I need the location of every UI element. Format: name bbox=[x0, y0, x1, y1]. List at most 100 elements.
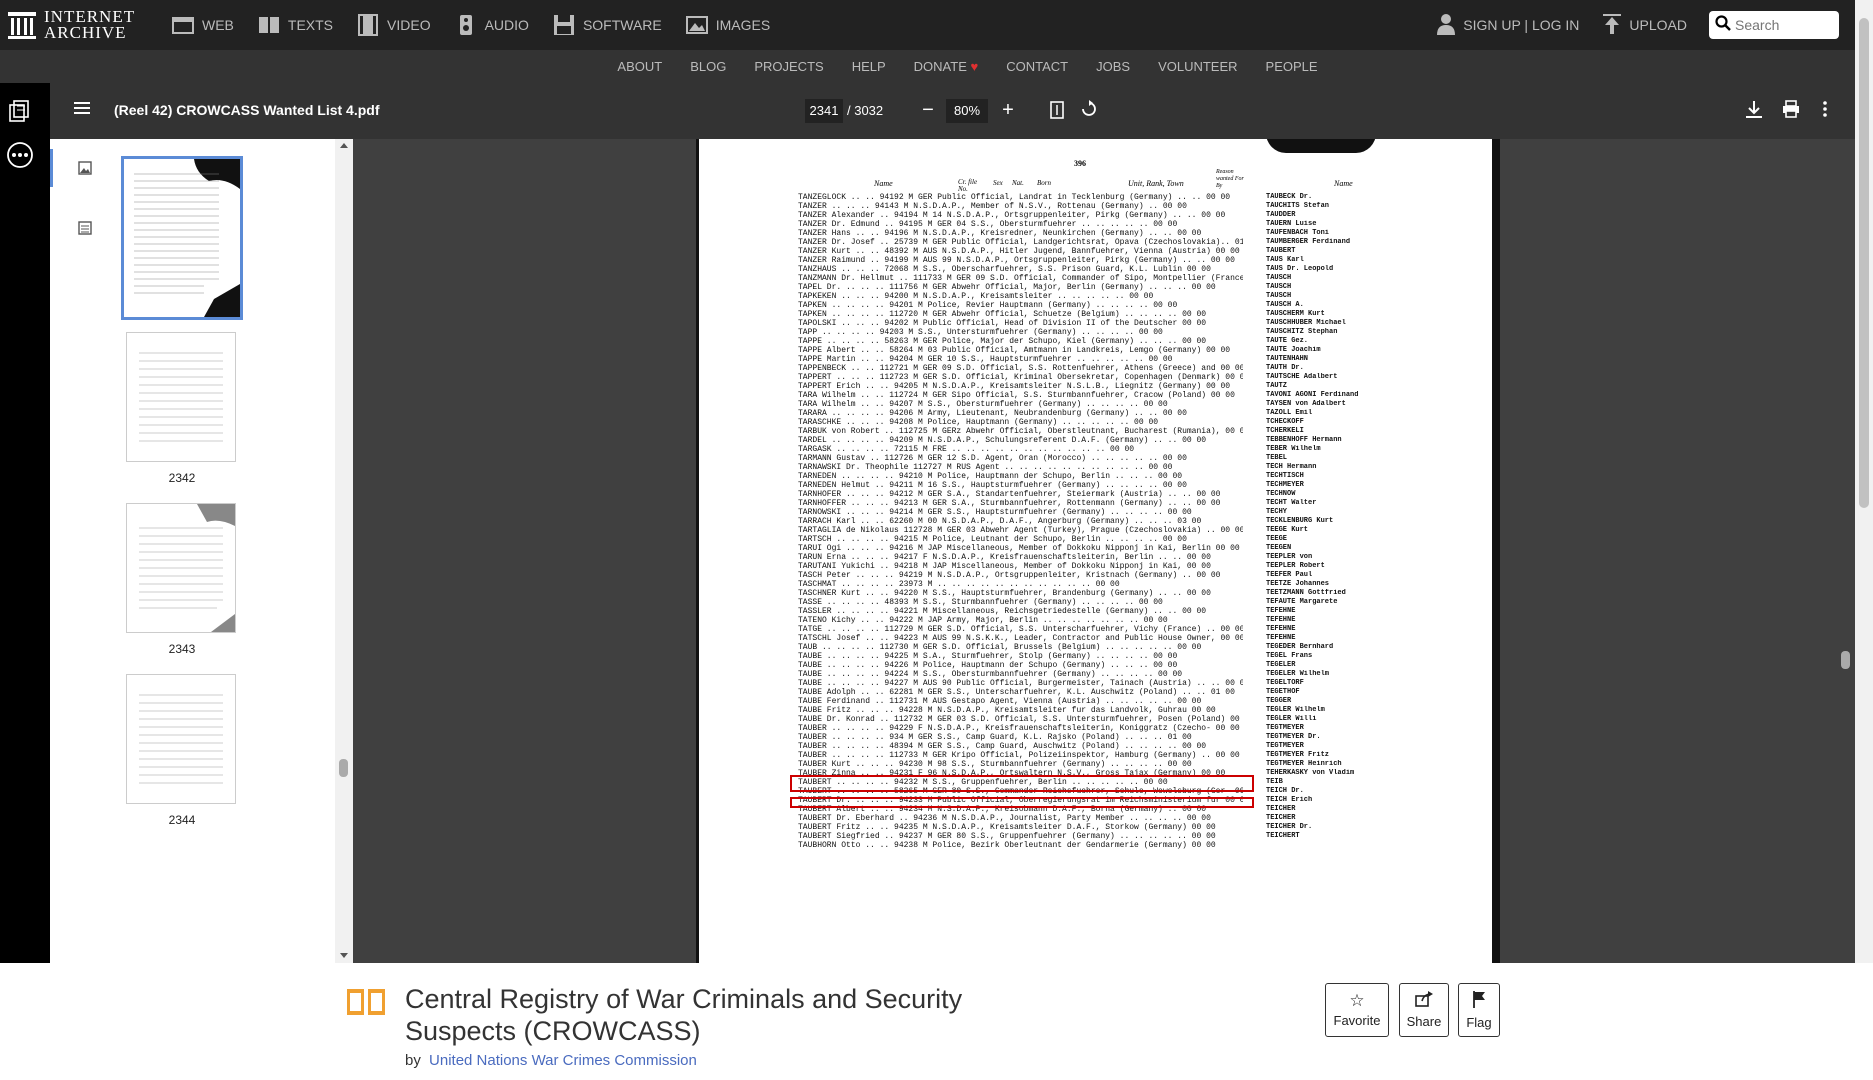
right-name-entry: TEEPLER von bbox=[1266, 553, 1313, 561]
record-row: TAPPE Martin .. .. 94204 M GER 10 S.S., … bbox=[798, 355, 1173, 364]
record-row: TANZER Dr. Edmund .. 94195 M GER 04 S.S.… bbox=[798, 220, 1178, 229]
record-row: TARTSCH .. .. .. .. 94215 M Police, Leut… bbox=[798, 535, 1187, 544]
text-view-button[interactable] bbox=[78, 221, 92, 240]
print-button[interactable] bbox=[1782, 100, 1800, 123]
document-title: (Reel 42) CROWCASS Wanted List 4.pdf bbox=[114, 102, 380, 118]
column-header-unit: Unit, Rank, Town bbox=[1128, 179, 1184, 188]
column-header-reason: Reason wanted For By bbox=[1216, 169, 1244, 189]
right-name-entry: TEGLER Willi bbox=[1266, 715, 1317, 723]
page-scrollbar-thumb[interactable] bbox=[1859, 18, 1869, 508]
rotate-button[interactable] bbox=[1080, 100, 1098, 123]
page-scrollbar[interactable] bbox=[1855, 0, 1873, 1080]
nav-video[interactable]: VIDEO bbox=[357, 14, 431, 36]
nav-software[interactable]: SOFTWARE bbox=[553, 14, 662, 36]
right-name-entry: TEICHERT bbox=[1266, 832, 1300, 840]
top-navigation: INTERNET ARCHIVE WEB TEXTS VIDEO AUDIO S… bbox=[0, 0, 1873, 50]
record-row: TANZER Hans .. .. 94196 M N.S.D.A.P., Kr… bbox=[798, 229, 1202, 238]
right-name-entry: TEETZE Johannes bbox=[1266, 580, 1330, 588]
thumbnail-scrollbar-thumb[interactable] bbox=[339, 759, 348, 777]
record-row: TAPKEN .. .. .. .. 112720 M GER Abwehr O… bbox=[798, 310, 1207, 319]
signup-login-link[interactable]: SIGN UP | LOG IN bbox=[1437, 13, 1579, 38]
right-name-entry: TEFEHNE bbox=[1266, 616, 1296, 624]
zoom-out-button[interactable]: − bbox=[918, 97, 938, 123]
secondary-navigation: ABOUT BLOG PROJECTS HELP DONATE ♥ CONTAC… bbox=[0, 50, 1855, 83]
right-name-entry: TEICH Dr. bbox=[1266, 787, 1304, 795]
nav-web[interactable]: WEB bbox=[172, 14, 234, 36]
right-name-entry: TEICHER bbox=[1266, 805, 1296, 813]
viewer-scrollbar[interactable] bbox=[1837, 139, 1855, 963]
right-name-entry: TAUERN Luise bbox=[1266, 220, 1317, 228]
record-row: TAUBE .. .. .. .. 94224 M S.S., Oberstur… bbox=[798, 670, 1183, 679]
subnav-people[interactable]: PEOPLE bbox=[1266, 59, 1318, 74]
record-row: TARBUK von Robert .. 112725 M GERz Abweh… bbox=[798, 427, 1243, 436]
thumbnail-scrollbar[interactable] bbox=[335, 139, 353, 963]
right-name-entry: TCHERKELI bbox=[1266, 427, 1304, 435]
logo-line2: ARCHIVE bbox=[44, 23, 127, 42]
right-name-entry: TECHT Walter bbox=[1266, 499, 1317, 507]
record-row: TAPPENBECK .. .. 112721 M GER 09 S.D. Of… bbox=[798, 364, 1243, 373]
page-input[interactable]: 2341 bbox=[805, 99, 843, 123]
library-button[interactable] bbox=[8, 99, 32, 128]
right-name-entry: TEETZMANN Gottfried bbox=[1266, 589, 1346, 597]
zoom-in-button[interactable]: + bbox=[998, 97, 1018, 123]
nav-images-label: IMAGES bbox=[715, 17, 771, 33]
thumbnail-page[interactable] bbox=[126, 332, 236, 462]
library-icon bbox=[8, 100, 32, 127]
subnav-jobs[interactable]: JOBS bbox=[1096, 59, 1130, 74]
print-icon bbox=[1782, 100, 1800, 122]
image-icon bbox=[685, 14, 708, 36]
favorite-button[interactable]: ☆ Favorite bbox=[1325, 983, 1389, 1037]
record-row: TARUN Erna .. .. .. 94217 F N.S.D.A.P., … bbox=[798, 553, 1211, 562]
nav-texts[interactable]: TEXTS bbox=[258, 14, 333, 36]
more-tools-button[interactable] bbox=[6, 141, 34, 174]
download-icon bbox=[1745, 101, 1763, 122]
thumbnail-page[interactable] bbox=[121, 156, 243, 320]
record-row: TATGE .. .. .. .. 112729 M GER S.D. Offi… bbox=[798, 625, 1243, 634]
menu-toggle[interactable] bbox=[74, 101, 90, 120]
flag-button[interactable]: Flag bbox=[1458, 983, 1500, 1037]
share-button[interactable]: Share bbox=[1399, 983, 1449, 1037]
search-input[interactable] bbox=[1735, 17, 1835, 33]
subnav-help[interactable]: HELP bbox=[852, 59, 886, 74]
search-icon bbox=[1715, 14, 1731, 36]
zoom-level[interactable]: 80% bbox=[946, 99, 988, 123]
right-name-entry: TAUTE Joachim bbox=[1266, 346, 1321, 354]
record-row: TAUBER .. .. .. .. 94229 F N.S.D.A.P., K… bbox=[798, 724, 1240, 733]
fit-page-button[interactable] bbox=[1050, 101, 1064, 124]
subnav-volunteer[interactable]: VOLUNTEER bbox=[1158, 59, 1237, 74]
record-row: TAPP .. .. .. .. 94203 M S.S., Unterstur… bbox=[798, 328, 1163, 337]
record-row: TAUBHORN Otto .. .. 94238 M Police, Bezi… bbox=[798, 841, 1216, 850]
upload-button[interactable]: UPLOAD bbox=[1603, 13, 1687, 37]
author-link[interactable]: United Nations War Crimes Commission bbox=[429, 1052, 697, 1069]
more-options-button[interactable] bbox=[1822, 100, 1828, 123]
thumbnail-page[interactable] bbox=[126, 503, 236, 633]
thumbnail-page[interactable] bbox=[126, 674, 236, 804]
record-row: TANZHAUS .. .. .. 72068 M S.S., Oberscha… bbox=[798, 265, 1211, 274]
right-name-entry: TEGELER Wilhelm bbox=[1266, 670, 1330, 678]
nav-audio[interactable]: AUDIO bbox=[455, 14, 529, 36]
right-name-entry: TEGGER bbox=[1266, 697, 1292, 705]
download-button[interactable] bbox=[1745, 100, 1763, 123]
search-box[interactable] bbox=[1709, 11, 1839, 39]
record-row: TAUBE .. .. .. .. 94225 M S.A., Sturmfue… bbox=[798, 652, 1178, 661]
scroll-down-arrow[interactable] bbox=[340, 953, 348, 958]
nav-images[interactable]: IMAGES bbox=[685, 14, 771, 36]
right-name-entry: TAUCHITS Stefan bbox=[1266, 202, 1330, 210]
internet-archive-logo[interactable]: INTERNET ARCHIVE bbox=[8, 8, 158, 42]
subnav-contact[interactable]: CONTACT bbox=[1006, 59, 1068, 74]
right-name-entry: TAUMBERGER Ferdinand bbox=[1266, 238, 1351, 246]
flag-icon bbox=[1472, 990, 1486, 1011]
subnav-blog[interactable]: BLOG bbox=[690, 59, 726, 74]
film-icon bbox=[357, 14, 379, 36]
right-name-entry: TEEFER Paul bbox=[1266, 571, 1313, 579]
subnav-about[interactable]: ABOUT bbox=[617, 59, 662, 74]
subnav-projects[interactable]: PROJECTS bbox=[754, 59, 823, 74]
list-view-icon bbox=[78, 221, 92, 239]
subnav-donate[interactable]: DONATE ♥ bbox=[914, 59, 979, 74]
thumbnails-view-button[interactable] bbox=[78, 161, 92, 180]
right-name-entry: TAUSCHERM Kurt bbox=[1266, 310, 1325, 318]
scroll-up-arrow[interactable] bbox=[340, 143, 348, 148]
record-row: TAUBE Dr. Konrad .. 112732 M GER 03 S.D.… bbox=[798, 715, 1243, 724]
record-row: TAUBER .. .. .. .. 112733 M GER Kripo Of… bbox=[798, 751, 1240, 760]
viewer-scrollbar-thumb[interactable] bbox=[1841, 651, 1850, 669]
